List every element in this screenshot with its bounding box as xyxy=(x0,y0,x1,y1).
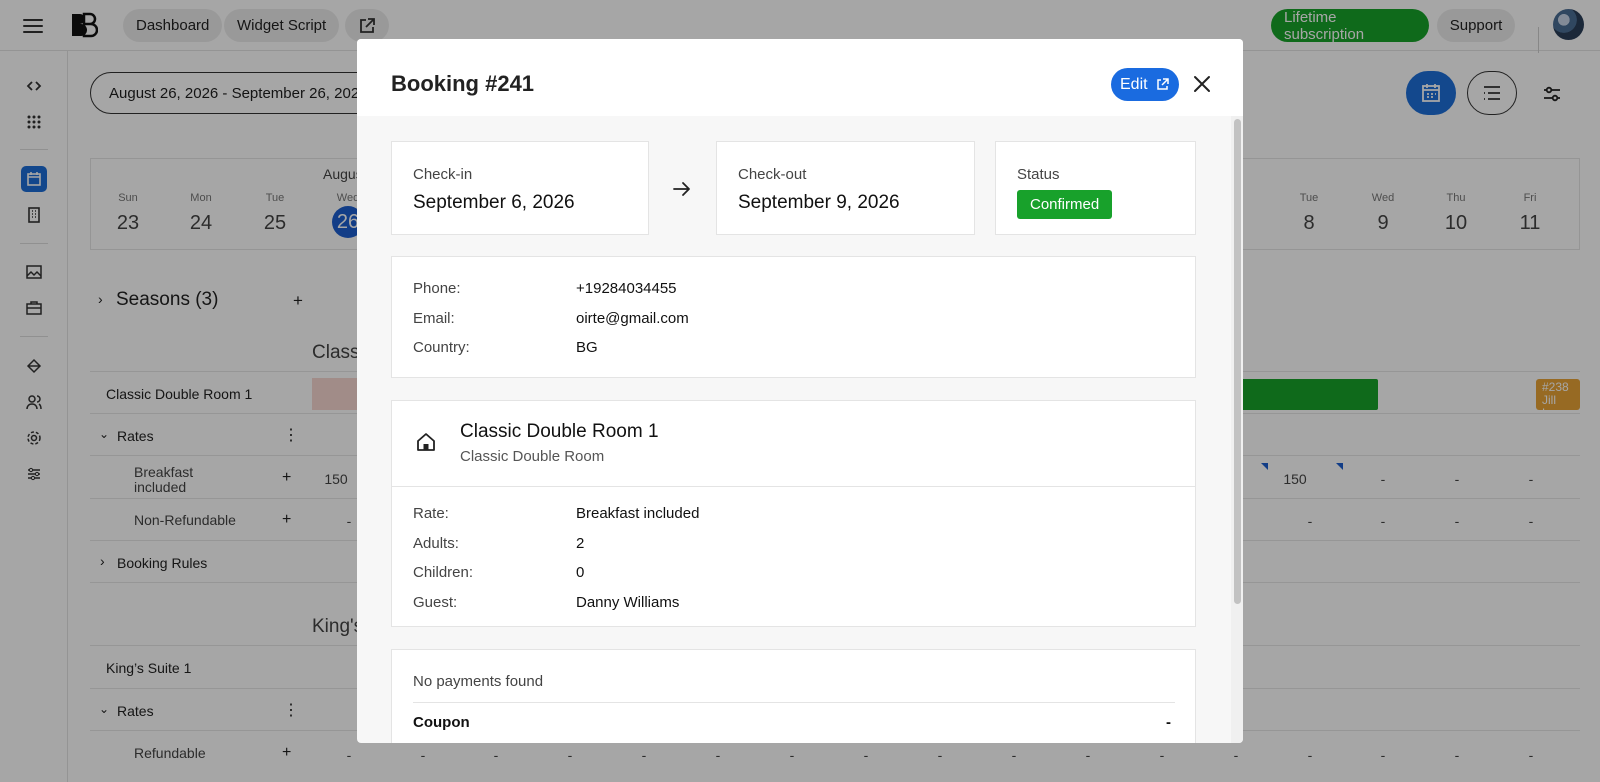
booking-modal: Booking #241 Edit Check-in September 6, … xyxy=(357,39,1243,743)
email-label: Email: xyxy=(413,310,455,327)
checkout-label: Check-out xyxy=(738,166,807,183)
no-payments-text: No payments found xyxy=(413,673,544,690)
house-icon xyxy=(415,431,437,453)
contact-card: Phone: +19284034455 Email: oirte@gmail.c… xyxy=(391,256,1196,378)
edit-label: Edit xyxy=(1120,75,1148,93)
adults-label: Adults: xyxy=(413,535,459,552)
modal-title: Booking #241 xyxy=(391,71,535,96)
status-badge: Confirmed xyxy=(1017,190,1113,219)
coupon-label: Coupon xyxy=(413,714,470,731)
country-value: BG xyxy=(576,339,598,356)
country-label: Country: xyxy=(413,339,470,356)
checkin-card: Check-in September 6, 2026 xyxy=(391,141,649,235)
room-name: Classic Double Room 1 xyxy=(460,421,659,442)
children-value: 0 xyxy=(576,564,585,581)
children-label: Children: xyxy=(413,564,474,581)
room-type: Classic Double Room xyxy=(460,448,605,465)
adults-value: 2 xyxy=(576,535,585,552)
rate-value: Breakfast included xyxy=(576,505,700,522)
coupon-value: - xyxy=(1166,714,1171,731)
status-card: Status Confirmed xyxy=(995,141,1196,235)
scrollbar-thumb[interactable] xyxy=(1234,119,1241,604)
checkin-date: September 6, 2026 xyxy=(413,192,575,213)
divider xyxy=(392,486,1195,487)
checkout-date: September 9, 2026 xyxy=(738,192,900,213)
modal-header: Booking #241 Edit xyxy=(357,39,1243,116)
payments-card: No payments found Coupon - xyxy=(391,649,1196,743)
status-label: Status xyxy=(1017,166,1060,183)
checkout-card: Check-out September 9, 2026 xyxy=(716,141,975,235)
checkin-label: Check-in xyxy=(413,166,473,183)
phone-value: +19284034455 xyxy=(576,280,677,297)
room-card: Classic Double Room 1 Classic Double Roo… xyxy=(391,400,1196,627)
arrow-right-icon xyxy=(670,177,694,201)
edit-booking-button[interactable]: Edit xyxy=(1111,68,1179,101)
guest-value: Danny Williams xyxy=(576,594,680,611)
guest-label: Guest: xyxy=(413,594,458,611)
close-icon[interactable] xyxy=(1190,72,1214,96)
email-value: oirte@gmail.com xyxy=(576,310,689,327)
phone-label: Phone: xyxy=(413,280,461,297)
external-link-icon xyxy=(1156,78,1169,90)
divider xyxy=(413,702,1175,703)
rate-label: Rate: xyxy=(413,505,449,522)
